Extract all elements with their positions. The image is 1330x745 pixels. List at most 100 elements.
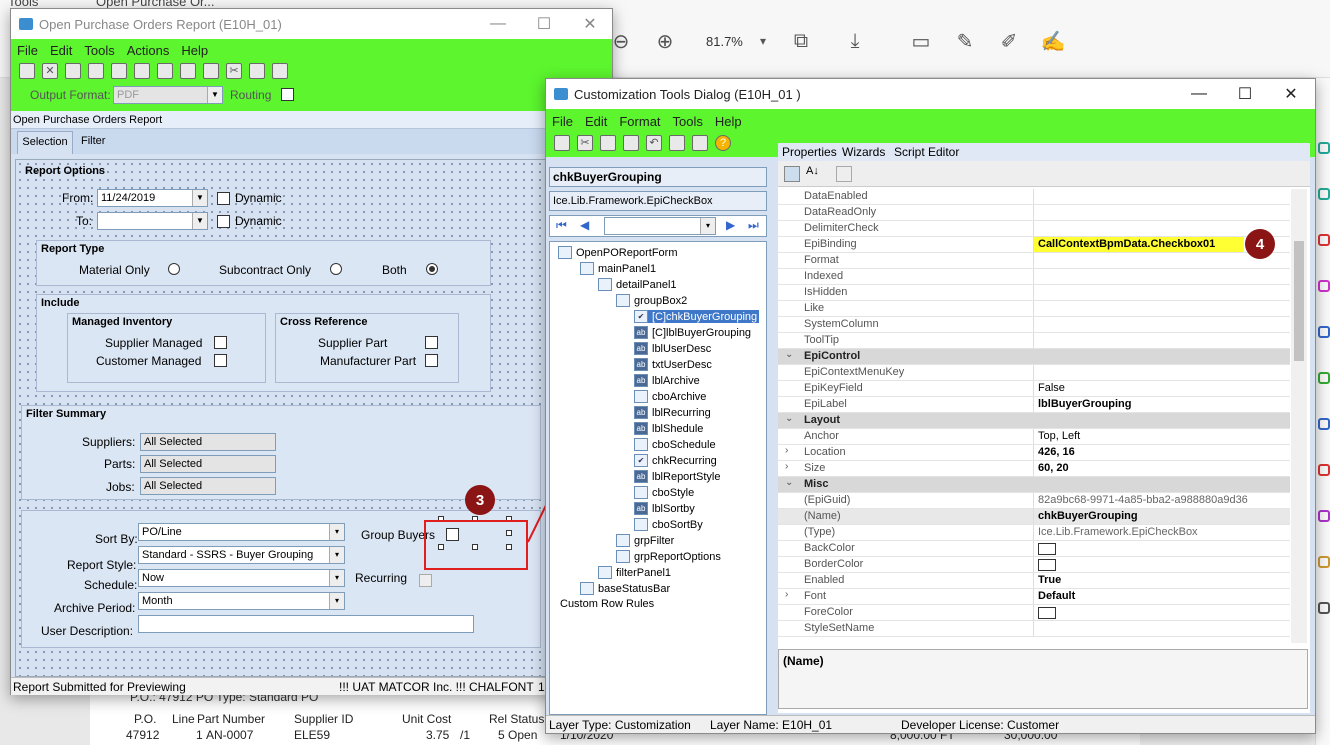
- property-row[interactable]: EpiKeyField False: [778, 381, 1290, 397]
- property-value[interactable]: [1034, 301, 1038, 316]
- property-value[interactable]: Top, Left: [1034, 429, 1080, 444]
- tree-node[interactable]: ab lblShedule: [634, 422, 703, 435]
- property-row[interactable]: Indexed: [778, 269, 1290, 285]
- tree-node[interactable]: ab lblSortby: [634, 502, 695, 515]
- property-value[interactable]: 60, 20: [1034, 461, 1069, 476]
- property-row[interactable]: DelimiterCheck: [778, 221, 1290, 237]
- preview-icon[interactable]: [692, 135, 708, 151]
- tree-node[interactable]: ab lblArchive: [634, 374, 700, 387]
- property-value[interactable]: [1034, 269, 1038, 284]
- property-row[interactable]: ForeColor: [778, 605, 1290, 621]
- property-value[interactable]: [1034, 605, 1056, 620]
- color-swatch[interactable]: [1038, 606, 1056, 619]
- property-category[interactable]: ⌄ EpiControl: [778, 349, 1290, 365]
- property-row[interactable]: (EpiGuid) 82a9bc68-9971-4a85-bba2-a988880…: [778, 493, 1290, 509]
- property-value[interactable]: [1034, 557, 1056, 572]
- scroll-thumb[interactable]: [1294, 241, 1304, 361]
- prev-icon[interactable]: ◀: [580, 218, 589, 232]
- property-value[interactable]: 82a9bc68-9971-4a85-bba2-a988880a9d36: [1034, 493, 1248, 508]
- expand-icon[interactable]: ›: [785, 461, 788, 472]
- print-icon[interactable]: [669, 135, 685, 151]
- expand-icon[interactable]: ›: [785, 589, 788, 600]
- cut-icon[interactable]: ✂: [577, 135, 593, 151]
- property-value[interactable]: [1034, 189, 1038, 204]
- tree-node[interactable]: cboSortBy: [634, 518, 703, 531]
- property-row[interactable]: Anchor Top, Left: [778, 429, 1290, 445]
- tree-node[interactable]: ✔ chkRecurring: [634, 454, 717, 467]
- tree-node[interactable]: ab txtUserDesc: [634, 358, 712, 371]
- property-row[interactable]: › Location 426, 16: [778, 445, 1290, 461]
- property-value[interactable]: chkBuyerGrouping: [1034, 509, 1138, 524]
- color-swatch[interactable]: [1038, 558, 1056, 571]
- property-value[interactable]: Ice.Lib.Framework.EpiCheckBox: [1034, 525, 1198, 540]
- property-category[interactable]: ⌄ Misc: [778, 477, 1290, 493]
- tree-node[interactable]: grpFilter: [616, 534, 674, 547]
- property-row[interactable]: IsHidden: [778, 285, 1290, 301]
- property-row[interactable]: (Name) chkBuyerGrouping: [778, 509, 1290, 525]
- tree-node[interactable]: ab lblUserDesc: [634, 342, 711, 355]
- minimize-icon[interactable]: —: [1176, 79, 1222, 109]
- undo-icon[interactable]: ↶: [646, 135, 662, 151]
- property-value[interactable]: [1034, 365, 1038, 380]
- property-value[interactable]: [1034, 221, 1038, 236]
- close-icon[interactable]: ✕: [1268, 79, 1314, 109]
- categorized-icon[interactable]: [784, 166, 800, 182]
- color-swatch[interactable]: [1038, 542, 1056, 555]
- tree-node[interactable]: OpenPOReportForm: [558, 246, 677, 259]
- property-category[interactable]: ⌄ Layout: [778, 413, 1290, 429]
- tree-node[interactable]: baseStatusBar: [580, 582, 670, 595]
- property-pages-icon[interactable]: [836, 166, 852, 182]
- property-row[interactable]: Enabled True: [778, 573, 1290, 589]
- property-value[interactable]: [1034, 541, 1056, 556]
- tab-properties[interactable]: Properties: [782, 145, 837, 159]
- control-select[interactable]: ▾: [604, 217, 716, 235]
- collapse-icon[interactable]: ⌄: [785, 413, 793, 424]
- first-icon[interactable]: ⏮: [556, 218, 567, 233]
- menu-tools[interactable]: Tools: [673, 114, 703, 129]
- tree-node[interactable]: Custom Row Rules: [560, 598, 654, 610]
- property-row[interactable]: EpiBinding CallContextBpmData.Checkbox01: [778, 237, 1290, 253]
- property-value[interactable]: [1034, 317, 1038, 332]
- property-row[interactable]: ToolTip: [778, 333, 1290, 349]
- tree-node[interactable]: ab lblReportStyle: [634, 470, 720, 483]
- tree-node[interactable]: groupBox2: [616, 294, 687, 307]
- menu-edit[interactable]: Edit: [585, 114, 607, 129]
- property-value[interactable]: [1034, 285, 1038, 300]
- property-row[interactable]: StyleSetName: [778, 621, 1290, 637]
- property-row[interactable]: SystemColumn: [778, 317, 1290, 333]
- property-value[interactable]: [1034, 205, 1038, 220]
- save-icon[interactable]: [554, 135, 570, 151]
- property-row[interactable]: EpiLabel lblBuyerGrouping: [778, 397, 1290, 413]
- tree-node[interactable]: ab [C]lblBuyerGrouping: [634, 326, 751, 339]
- menu-help[interactable]: Help: [715, 114, 742, 129]
- help-icon[interactable]: ?: [715, 135, 731, 151]
- last-icon[interactable]: ⏭: [748, 218, 759, 233]
- property-value[interactable]: 426, 16: [1034, 445, 1075, 460]
- menu-format[interactable]: Format: [619, 114, 660, 129]
- next-icon[interactable]: ▶: [726, 218, 735, 232]
- property-row[interactable]: DataReadOnly: [778, 205, 1290, 221]
- property-row[interactable]: DataEnabled: [778, 189, 1290, 205]
- property-value[interactable]: False: [1034, 381, 1065, 396]
- tab-wizards[interactable]: Wizards: [842, 145, 885, 159]
- tree-node[interactable]: filterPanel1: [598, 566, 671, 579]
- paste-icon[interactable]: [623, 135, 639, 151]
- property-row[interactable]: Like: [778, 301, 1290, 317]
- copy-icon[interactable]: [600, 135, 616, 151]
- collapse-icon[interactable]: ⌄: [785, 477, 793, 488]
- property-row[interactable]: BorderColor: [778, 557, 1290, 573]
- property-row[interactable]: (Type) Ice.Lib.Framework.EpiCheckBox: [778, 525, 1290, 541]
- collapse-icon[interactable]: ⌄: [785, 349, 793, 360]
- tree-node[interactable]: detailPanel1: [598, 278, 677, 291]
- property-value[interactable]: True: [1034, 573, 1061, 588]
- property-value[interactable]: Default: [1034, 589, 1075, 604]
- property-value[interactable]: CallContextBpmData.Checkbox01: [1034, 237, 1244, 252]
- tree-node[interactable]: cboSchedule: [634, 438, 716, 451]
- property-scrollbar[interactable]: [1291, 189, 1307, 643]
- property-value[interactable]: [1034, 621, 1038, 636]
- menu-file[interactable]: File: [552, 114, 573, 129]
- property-value[interactable]: [1034, 253, 1038, 268]
- expand-icon[interactable]: ›: [785, 445, 788, 456]
- property-row[interactable]: Format: [778, 253, 1290, 269]
- tree-node[interactable]: cboArchive: [634, 390, 706, 403]
